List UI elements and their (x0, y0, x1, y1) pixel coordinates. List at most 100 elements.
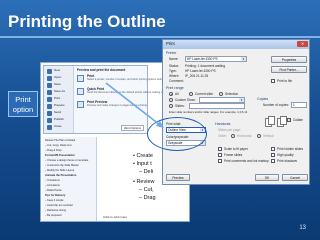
outline-row[interactable]: – Rehearse timing (45, 209, 66, 212)
outline-row[interactable]: – Animations (45, 184, 60, 187)
print-comments-label: Print comments and ink markup (224, 159, 269, 163)
page-icon (268, 116, 275, 125)
range-selection-radio[interactable] (219, 92, 223, 96)
printer-icon (77, 75, 84, 82)
dialog-title: Print (166, 41, 175, 46)
outline-row[interactable]: – Modify the Slide Layout (45, 169, 74, 172)
printer-name-label: Name: (169, 57, 179, 61)
close-icon[interactable]: ✕ (297, 41, 308, 47)
print-preview-option[interactable]: Print Preview Preview and make changes t… (77, 100, 148, 110)
slide-bullet: – Deli (139, 169, 154, 175)
slides-input[interactable] (189, 103, 245, 109)
print-comments-checkbox[interactable] (218, 159, 222, 163)
print-submenu-heading: Preview and print the document (77, 68, 126, 72)
where-label: Where: (169, 74, 180, 78)
outline-row[interactable]: – Customize the Slide Master (45, 164, 79, 167)
order-label: Order: (218, 134, 228, 138)
page-number: 13 (299, 225, 306, 231)
order-horizontal-radio[interactable] (231, 134, 235, 138)
slide-bullet: – Cut, (139, 187, 154, 193)
range-selection-label: Selection (225, 92, 239, 96)
slide-bullet: – Drag (139, 195, 156, 201)
slide-bullet: • Review (133, 179, 155, 185)
ok-button[interactable]: OK (255, 174, 279, 181)
send-icon (47, 111, 52, 116)
print-preview-icon (77, 101, 84, 108)
printer-name-select[interactable]: HP LaserJet 4300 PS ▾ (185, 56, 247, 62)
slide-bullet: • Input t (133, 161, 152, 167)
high-quality-checkbox[interactable] (271, 153, 275, 157)
print-option-callout: Print option (8, 91, 38, 117)
range-custom-radio[interactable] (169, 98, 173, 102)
copies-label: Number of copies: (263, 103, 289, 107)
outline-row[interactable]: – Transitions (45, 179, 60, 182)
range-slides-label: Slides: (175, 104, 185, 108)
outline-row[interactable]: Animate the Presentation (45, 174, 76, 177)
print-option[interactable]: Print Select a printer, number of copies… (77, 74, 174, 84)
comment-label: Comment: (169, 79, 184, 83)
slide-bullet: • Create (133, 153, 153, 159)
print-shadows-label: Print shadows (277, 159, 298, 163)
order-horizontal-label: Horizontal (237, 134, 252, 138)
outline-row[interactable]: – Choose a design theme or template (45, 159, 88, 162)
cancel-button[interactable]: Cancel (282, 174, 308, 181)
range-hint: Enter slide numbers and/or slide ranges.… (169, 110, 248, 114)
order-vertical-label: Vertical (263, 134, 274, 138)
chevron-down-icon: ▾ (241, 57, 246, 61)
notes-placeholder[interactable]: Click to add notes (103, 215, 127, 219)
print-hidden-label: Print hidden slides (277, 147, 304, 151)
outline-row[interactable]: – Cut, Copy, Paste text (45, 144, 71, 147)
frame-slides-checkbox[interactable] (218, 153, 222, 157)
range-current-label: Current slide (195, 92, 214, 96)
outline-pane: Review The Plan of Attack – Cut, Copy, P… (43, 137, 97, 221)
office-menu: New Open Save Save As Print Prepare Send… (43, 65, 174, 134)
save-icon (47, 83, 52, 88)
slide-title: Printing the Outline (8, 12, 166, 31)
print-hidden-checkbox[interactable] (271, 147, 275, 151)
where-value: IP_206.21.11.25 (185, 74, 209, 78)
word-options-button[interactable]: Word Options (120, 125, 144, 131)
publish-icon (47, 118, 52, 123)
callout-text: option (12, 105, 34, 114)
slides-per-page-label: Slides per page: (218, 128, 242, 132)
collate-label: Collate (293, 118, 303, 122)
title-divider (0, 36, 320, 38)
printer-icon (47, 97, 52, 102)
scale-to-fit-checkbox[interactable] (218, 147, 222, 151)
outline-row[interactable]: Review The Plan of Attack (45, 139, 75, 142)
outline-row[interactable]: Tips for Delivery (45, 194, 65, 197)
scale-to-fit-label: Scale to fit paper (224, 147, 248, 151)
range-slides-radio[interactable] (169, 104, 173, 108)
find-printer-button[interactable]: Find Printer... (271, 66, 307, 73)
preview-button[interactable]: Preview (166, 174, 190, 181)
range-custom-label: Custom Show: (175, 98, 196, 102)
page-icon (280, 116, 287, 125)
outline-row[interactable]: – Drag & Drop (45, 149, 62, 152)
order-vertical-radio[interactable] (257, 134, 261, 138)
outline-row[interactable]: – Be prepared (45, 214, 61, 217)
range-current-radio[interactable] (189, 92, 193, 96)
properties-button[interactable]: Properties (271, 56, 307, 63)
office-menu-commands: New Open Save Save As Print Prepare Send… (44, 66, 74, 133)
status-label: Status: (169, 64, 179, 68)
outline-row[interactable]: Format MS Presentation (45, 154, 75, 157)
menu-item-close[interactable]: Close (47, 124, 72, 131)
outline-row[interactable]: – Bullet Points (45, 189, 62, 192)
print-range-label: Print range (166, 86, 184, 90)
frame-slides-label: Frame slides (224, 153, 243, 157)
range-all-radio[interactable] (169, 92, 173, 96)
dialog-titlebar: Print ✕ (163, 40, 309, 49)
print-shadows-checkbox[interactable] (271, 159, 275, 163)
open-icon (47, 76, 52, 81)
quick-print-option[interactable]: Quick Print Send the document directly t… (77, 87, 172, 97)
copies-input[interactable]: 1 (291, 102, 307, 108)
callout-text: Print (15, 95, 31, 104)
print-to-file-checkbox[interactable] (271, 79, 275, 83)
outline-row[interactable]: – Avoid clip art overload (45, 204, 73, 207)
new-icon (47, 69, 52, 74)
outline-row[interactable]: – Keep it simple (45, 199, 63, 202)
print-dialog: Print ✕ Printer Name: HP LaserJet 4300 P… (162, 39, 310, 185)
save-as-icon (47, 90, 52, 95)
collate-checkbox[interactable] (287, 117, 291, 122)
type-label: Type: (169, 69, 177, 73)
